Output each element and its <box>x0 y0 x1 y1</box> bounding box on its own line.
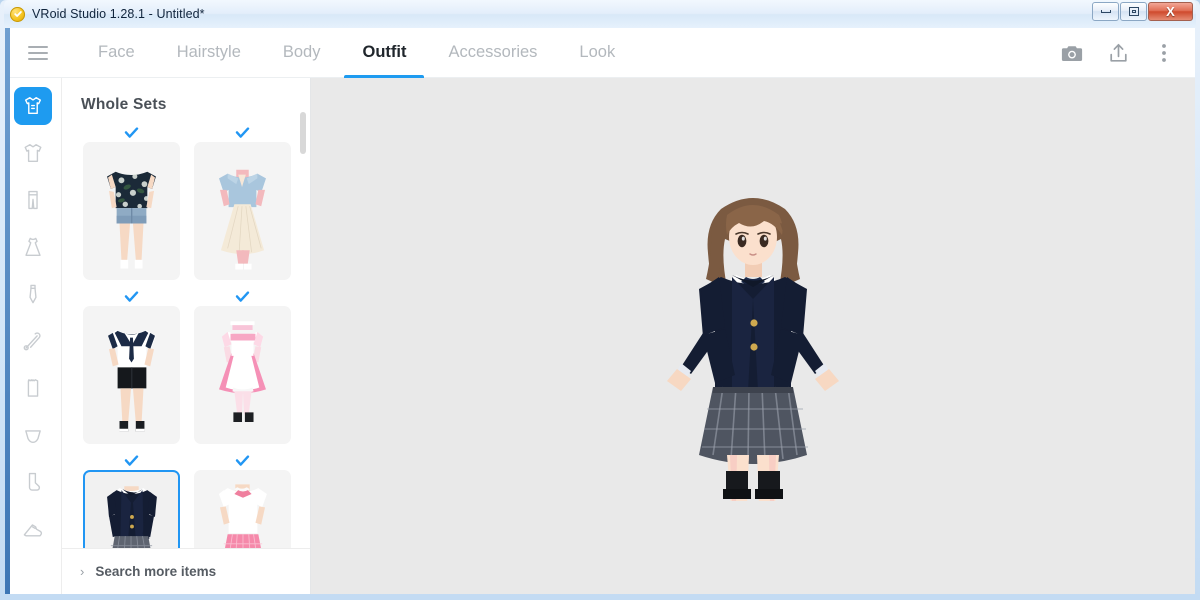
panel-title: Whole Sets <box>62 78 310 126</box>
sidebar-item-bottoms[interactable] <box>14 181 52 219</box>
restore-icon <box>1129 7 1139 16</box>
sidebar-item-onepiece[interactable] <box>14 228 52 266</box>
tab-body[interactable]: Body <box>262 28 342 78</box>
item-check-icon <box>124 290 139 304</box>
item-thumbnail-navy-blazer-plaid-skirt[interactable] <box>83 470 180 548</box>
items-panel: Whole Sets <box>62 78 311 594</box>
list-item <box>191 126 294 280</box>
application-window: VRoid Studio 1.28.1 - Untitled* X Face H… <box>0 0 1200 600</box>
camera-icon[interactable] <box>1055 36 1089 70</box>
restore-button[interactable] <box>1120 2 1147 21</box>
sidebar-item-socks[interactable] <box>14 463 52 501</box>
sidebar-item-tops[interactable] <box>14 134 52 172</box>
list-item <box>191 290 294 444</box>
minimize-button[interactable] <box>1092 2 1119 21</box>
tab-outfit[interactable]: Outfit <box>341 28 427 78</box>
sidebar-item-shoes[interactable] <box>14 510 52 548</box>
sidebar-item-whole-sets[interactable] <box>14 87 52 125</box>
check-badge-icon <box>10 7 25 22</box>
app-client-area: Face Hairstyle Body Outfit Accessories L… <box>5 28 1195 594</box>
sidebar-item-necktie[interactable] <box>14 275 52 313</box>
tab-look[interactable]: Look <box>558 28 636 78</box>
close-icon: X <box>1166 5 1175 18</box>
list-item <box>80 454 183 548</box>
workspace: Whole Sets <box>5 78 1195 594</box>
sidebar-item-innerwear-bottom[interactable] <box>14 416 52 454</box>
title-bar[interactable]: VRoid Studio 1.28.1 - Untitled* X <box>4 0 1196 28</box>
items-grid <box>62 126 310 548</box>
window-left-accent <box>5 28 10 594</box>
sidebar-item-innerwear-top[interactable] <box>14 369 52 407</box>
item-check-icon <box>235 290 250 304</box>
top-navigation-actions <box>1055 28 1181 78</box>
item-check-icon <box>124 454 139 468</box>
tab-face[interactable]: Face <box>77 28 156 78</box>
window-title: VRoid Studio 1.28.1 - Untitled* <box>32 7 205 21</box>
item-thumbnail-white-shirt-pink-skirt[interactable] <box>194 470 291 548</box>
model-viewport[interactable] <box>311 78 1195 594</box>
item-thumbnail-pink-maid-dress[interactable] <box>194 306 291 444</box>
more-vertical-icon[interactable] <box>1147 36 1181 70</box>
sidebar-item-accessory-pin[interactable] <box>14 322 52 360</box>
panel-scrollbar[interactable] <box>300 112 306 154</box>
list-item <box>80 126 183 280</box>
list-item <box>80 290 183 444</box>
items-scroll-area <box>62 126 310 548</box>
close-button[interactable]: X <box>1148 2 1193 21</box>
search-more-items-button[interactable]: › Search more items <box>62 548 310 594</box>
export-icon[interactable] <box>1101 36 1135 70</box>
chevron-right-icon: › <box>80 565 84 578</box>
item-check-icon <box>124 126 139 140</box>
main-tabs: Face Hairstyle Body Outfit Accessories L… <box>77 28 636 78</box>
item-thumbnail-sailor-top-black-shorts[interactable] <box>83 306 180 444</box>
category-icon-rail <box>5 78 62 594</box>
top-navigation-bar: Face Hairstyle Body Outfit Accessories L… <box>5 28 1195 78</box>
item-check-icon <box>235 454 250 468</box>
list-item <box>191 454 294 548</box>
window-controls: X <box>1092 2 1193 21</box>
item-thumbnail-floral-shirt-denim-shorts[interactable] <box>83 142 180 280</box>
tab-accessories[interactable]: Accessories <box>427 28 558 78</box>
tab-hairstyle[interactable]: Hairstyle <box>156 28 262 78</box>
item-thumbnail-denim-jacket-cream-skirt[interactable] <box>194 142 291 280</box>
item-check-icon <box>235 126 250 140</box>
minimize-icon <box>1101 10 1111 13</box>
hamburger-icon[interactable] <box>17 28 59 78</box>
search-more-items-label: Search more items <box>95 564 216 579</box>
character-model[interactable] <box>603 171 903 501</box>
